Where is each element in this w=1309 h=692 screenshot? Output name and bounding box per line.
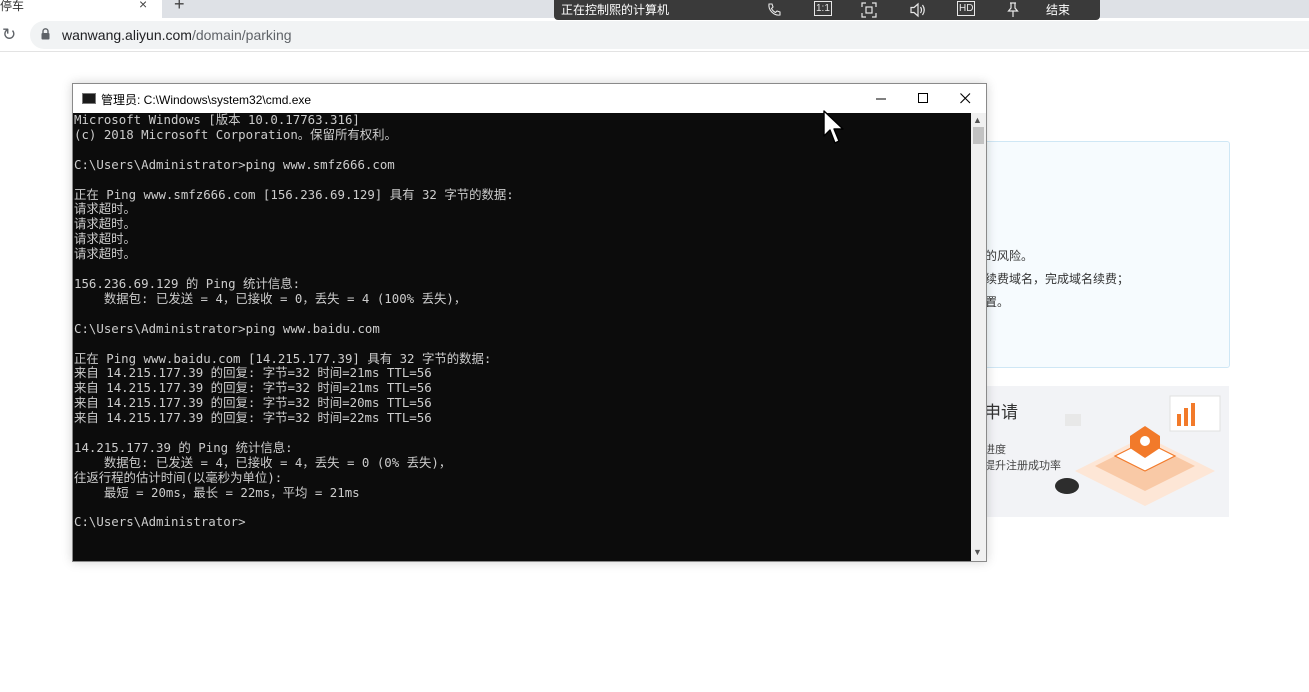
- console-line: (c) 2018 Microsoft Corporation。保留所有权利。: [74, 126, 397, 142]
- info-line: 续费域名，完成域名续费；: [985, 272, 1130, 286]
- promo-illustration: [1055, 395, 1221, 506]
- console-line: 156.236.69.129 的 Ping 统计信息:: [74, 275, 301, 291]
- cmd-app-icon: [82, 93, 96, 104]
- scroll-thumb[interactable]: [973, 127, 984, 144]
- url-text[interactable]: wanwang.aliyun.com/domain/parking: [62, 27, 292, 43]
- cmd-window-title: 管理员: C:\Windows\system32\cmd.exe: [101, 93, 312, 107]
- console-scrollbar[interactable]: ▲ ▼: [971, 113, 986, 561]
- remote-control-bar: 正在控制熙的计算机 1:1 HD 结束: [554, 0, 1100, 20]
- console-line: C:\Users\Administrator>ping www.baidu.co…: [74, 320, 380, 336]
- console-line: Microsoft Windows [版本 10.0.17763.316]: [74, 113, 360, 127]
- console-line: 请求超时。: [74, 231, 136, 247]
- console-line: C:\Users\Administrator>: [74, 514, 246, 530]
- hd-button[interactable]: HD: [957, 1, 976, 16]
- minimize-button[interactable]: [859, 84, 903, 113]
- maximize-icon: [918, 93, 928, 103]
- ratio-button[interactable]: 1:1: [814, 1, 832, 16]
- minimize-icon: [876, 98, 886, 100]
- new-tab-icon[interactable]: +: [174, 0, 185, 15]
- volume-icon[interactable]: [909, 2, 927, 18]
- info-line: 的风险。: [985, 249, 1034, 263]
- close-icon: [960, 93, 971, 104]
- cmd-window[interactable]: 管理员: C:\Windows\system32\cmd.exe Microso…: [72, 83, 987, 562]
- address-bar[interactable]: wanwang.aliyun.com/domain/parking: [30, 21, 1309, 49]
- tab-close-icon[interactable]: ×: [139, 0, 147, 12]
- url-host: wanwang.aliyun.com: [62, 27, 192, 43]
- phone-icon[interactable]: [766, 2, 782, 18]
- scroll-down-icon[interactable]: ▼: [973, 547, 982, 557]
- console-line: 正在 Ping www.smfz666.com [156.236.69.129]…: [74, 186, 514, 202]
- console-line: 来自 14.215.177.39 的回复: 字节=32 时间=21ms TTL=…: [74, 365, 432, 381]
- console-line: 数据包: 已发送 = 4，已接收 = 4，丢失 = 0 (0% 丢失)，: [74, 454, 452, 470]
- console-line: 来自 14.215.177.39 的回复: 字节=32 时间=21ms TTL=…: [74, 380, 432, 396]
- console-line: 请求超时。: [74, 201, 136, 217]
- url-path: /domain/parking: [191, 27, 292, 43]
- remote-control-title: 正在控制熙的计算机: [561, 3, 670, 17]
- console-line: 数据包: 已发送 = 4，已接收 = 0，丢失 = 4 (100% 丢失)，: [74, 290, 467, 306]
- scroll-up-icon[interactable]: ▲: [973, 115, 982, 125]
- browser-toolbar: ↻ wanwang.aliyun.com/domain/parking: [0, 18, 1309, 52]
- parking-info-card: 的风险。 续费域名，完成域名续费； 置。: [960, 141, 1230, 368]
- browser-tab[interactable]: 停车 ×: [0, 0, 162, 18]
- console-line: 最短 = 20ms，最长 = 22ms，平均 = 21ms: [74, 484, 360, 500]
- close-button[interactable]: [943, 84, 987, 113]
- promo-banner[interactable]: 申请 进度 提升注册成功率: [960, 386, 1229, 517]
- console-line: 来自 14.215.177.39 的回复: 字节=32 时间=20ms TTL=…: [74, 395, 432, 411]
- console-line: C:\Users\Administrator>ping www.smfz666.…: [74, 156, 395, 172]
- console-line: 14.215.177.39 的 Ping 统计信息:: [74, 439, 293, 455]
- fit-screen-icon[interactable]: [861, 2, 877, 18]
- lock-icon: [41, 28, 50, 40]
- console-line: 正在 Ping www.baidu.com [14.215.177.39] 具有…: [74, 350, 492, 366]
- cmd-titlebar[interactable]: 管理员: C:\Windows\system32\cmd.exe: [73, 84, 986, 113]
- promo-line: 进度: [984, 444, 1006, 456]
- reload-icon[interactable]: ↻: [2, 25, 16, 45]
- console-line: 请求超时。: [74, 216, 136, 232]
- promo-line: 提升注册成功率: [984, 460, 1061, 472]
- mouse-pointer-icon: [823, 110, 844, 144]
- end-session-button[interactable]: 结束: [1046, 1, 1070, 18]
- promo-title: 申请: [984, 403, 1018, 422]
- screen: 停车 × + ↻ wanwang.aliyun.com/domain/parki…: [0, 0, 1309, 692]
- console-text: Microsoft Windows [版本 10.0.17763.316] (c)…: [74, 113, 514, 530]
- console-output[interactable]: Microsoft Windows [版本 10.0.17763.316] (c)…: [73, 113, 971, 561]
- maximize-button[interactable]: [901, 84, 945, 113]
- console-line: 往返行程的估计时间(以毫秒为单位):: [74, 469, 283, 485]
- pin-icon[interactable]: [1006, 2, 1020, 18]
- console-line: 来自 14.215.177.39 的回复: 字节=32 时间=22ms TTL=…: [74, 410, 432, 426]
- tab-title: 停车: [0, 0, 25, 13]
- info-line: 置。: [985, 295, 1010, 309]
- console-line: 请求超时。: [74, 246, 136, 262]
